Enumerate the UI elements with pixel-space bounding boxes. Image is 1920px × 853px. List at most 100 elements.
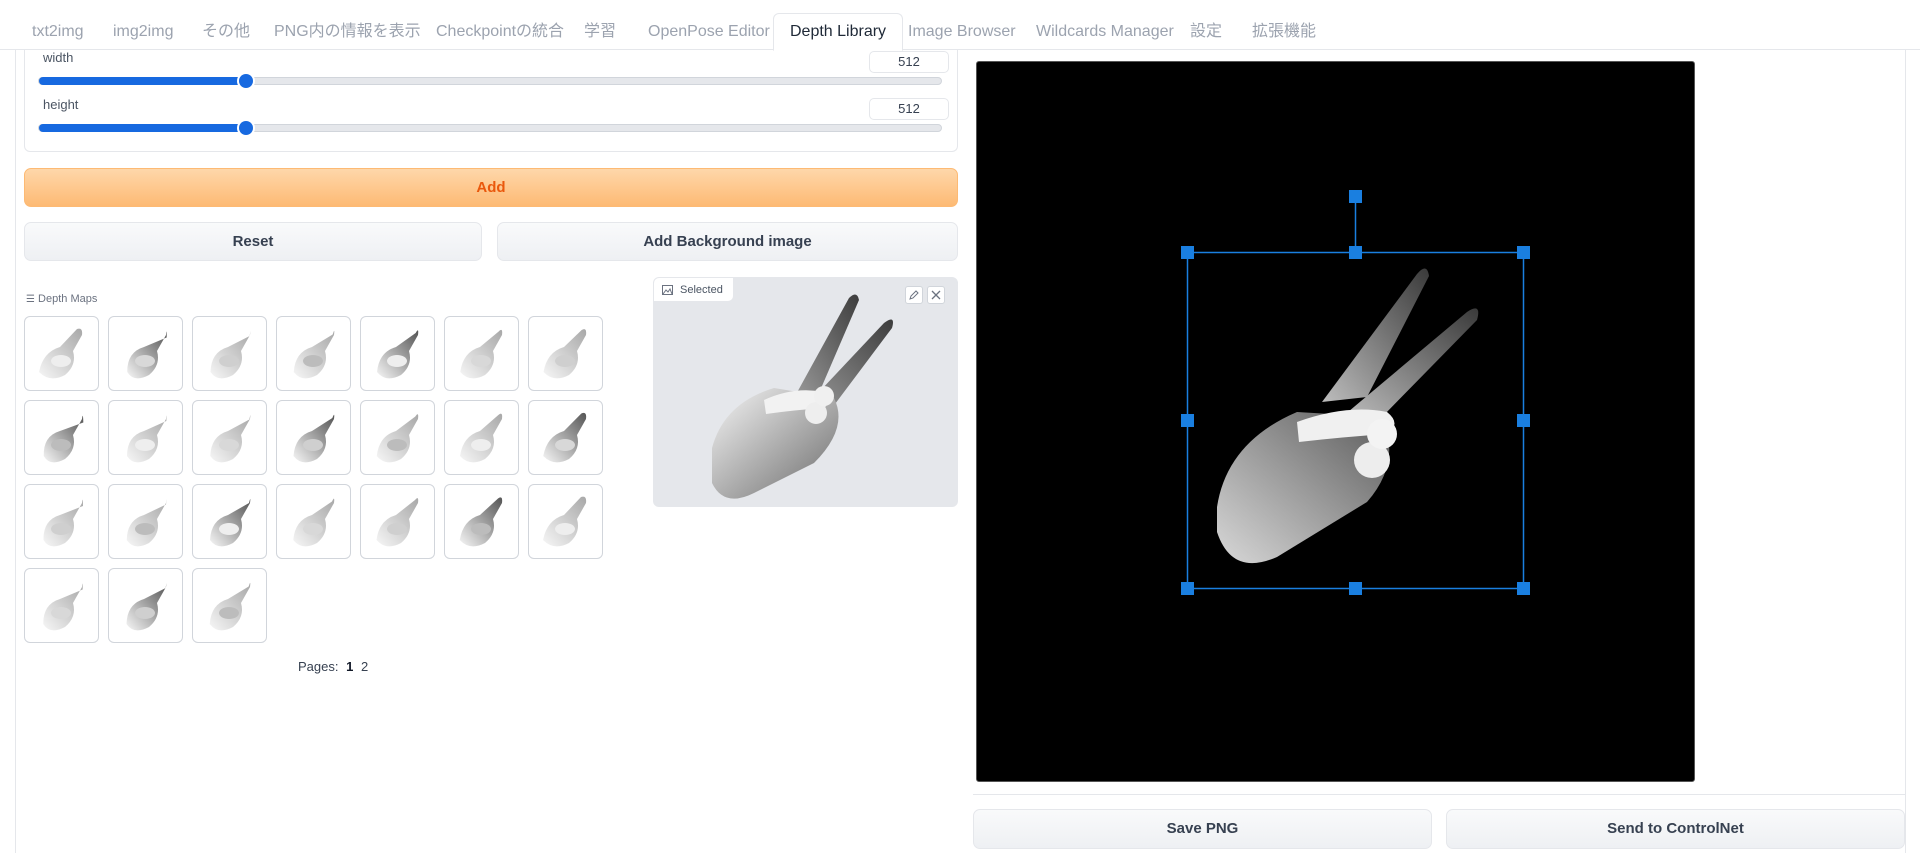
tab-openpose-editor[interactable]: OpenPose Editor (632, 14, 786, 50)
height-label: height (43, 97, 79, 112)
depth-map-thumbnail[interactable] (360, 400, 435, 475)
width-slider-fill (39, 77, 247, 85)
tab-depth-library[interactable]: Depth Library (773, 13, 904, 51)
selected-hand-image (712, 294, 893, 499)
gallery-title: Depth Maps (38, 293, 98, 305)
tab-checkpoint-merger[interactable]: Checkpointの統合 (420, 14, 580, 50)
resize-handle-l[interactable] (1181, 414, 1194, 427)
tab-txt2img[interactable]: txt2img (16, 14, 100, 50)
hand-thumbnail-image (43, 415, 84, 463)
resize-handle-tr[interactable] (1517, 246, 1530, 259)
tab-png-info[interactable]: PNG内の情報を表示 (258, 14, 437, 50)
selected-preview[interactable]: Selected (653, 277, 958, 507)
save-png-button[interactable]: Save PNG (973, 809, 1432, 849)
width-label: width (43, 50, 74, 65)
send-to-controlnet-button[interactable]: Send to ControlNet (1446, 809, 1905, 849)
tab-bar: txt2img img2img その他 PNG内の情報を表示 Checkpoin… (0, 0, 1920, 51)
width-slider-thumb[interactable] (239, 74, 254, 88)
hand-thumbnail-image (127, 415, 167, 463)
height-slider-fill (39, 124, 247, 132)
depth-map-thumbnail[interactable] (276, 316, 351, 391)
hand-thumbnail-image (210, 415, 251, 463)
pages-label: Pages: (298, 659, 339, 674)
tab-settings[interactable]: 設定 (1174, 14, 1238, 50)
tab-other[interactable]: その他 (186, 14, 266, 50)
hand-thumbnail-image (293, 498, 335, 547)
depth-map-thumbnail[interactable] (192, 400, 267, 475)
height-input[interactable]: 512 (869, 98, 949, 120)
hand-depth-map[interactable] (1217, 268, 1479, 564)
depth-map-thumbnail[interactable] (528, 400, 603, 475)
width-input[interactable]: 512 (869, 51, 949, 73)
hand-thumbnail-image (293, 330, 335, 379)
hand-thumbnail-image (460, 329, 503, 379)
tab-extensions[interactable]: 拡張機能 (1236, 14, 1332, 50)
hand-thumbnail-image (43, 583, 83, 631)
hand-thumbnail-image (377, 330, 419, 379)
list-icon: ☰ (26, 294, 35, 305)
depth-map-thumbnail[interactable] (24, 400, 99, 475)
page-link-1[interactable]: 1 (346, 659, 353, 674)
tab-img2img[interactable]: img2img (97, 14, 189, 50)
hand-thumbnail-image (459, 497, 503, 547)
size-sliders: width 512 height 512 (24, 50, 958, 152)
width-slider[interactable] (38, 74, 942, 88)
tab-wildcards-manager[interactable]: Wildcards Manager (1020, 14, 1190, 50)
resize-handle-tl[interactable] (1181, 246, 1194, 259)
resize-handle-r[interactable] (1517, 414, 1530, 427)
hand-thumbnail-image (376, 414, 419, 463)
hand-thumbnail-image (210, 499, 251, 547)
depth-map-thumbnail[interactable] (24, 484, 99, 559)
height-slider-thumb[interactable] (239, 121, 254, 135)
hand-thumbnail-image (209, 582, 251, 631)
page-link-2[interactable]: 2 (361, 659, 368, 674)
hand-thumbnail-image (39, 328, 83, 379)
depth-map-thumbnail[interactable] (444, 484, 519, 559)
depth-map-thumbnail[interactable] (192, 316, 267, 391)
depth-map-thumbnail[interactable] (192, 568, 267, 643)
depth-map-thumbnail[interactable] (108, 568, 183, 643)
resize-handle-b[interactable] (1349, 582, 1362, 595)
hand-thumbnail-image (126, 583, 167, 631)
hand-thumbnail-image (43, 499, 83, 547)
reset-button[interactable]: Reset (24, 222, 482, 261)
height-slider[interactable] (38, 121, 942, 135)
depth-map-thumbnail[interactable] (276, 484, 351, 559)
hand-thumbnail-image (293, 414, 335, 463)
hand-thumbnail-image (543, 329, 587, 379)
depth-map-thumbnail[interactable] (192, 484, 267, 559)
depth-map-thumbnail[interactable] (360, 316, 435, 391)
depth-map-thumbnail[interactable] (276, 400, 351, 475)
depth-map-thumbnail[interactable] (528, 484, 603, 559)
hand-thumbnail-image (126, 499, 167, 547)
depth-map-thumbnail[interactable] (108, 484, 183, 559)
gallery-label: ☰ Depth Maps (26, 293, 97, 305)
hand-thumbnail-image (376, 498, 419, 547)
depth-map-thumbnail[interactable] (444, 400, 519, 475)
add-background-image-button[interactable]: Add Background image (497, 222, 958, 261)
depth-map-thumbnail[interactable] (360, 484, 435, 559)
rotate-handle[interactable] (1349, 190, 1362, 203)
add-button[interactable]: Add (24, 168, 958, 207)
resize-handle-bl[interactable] (1181, 582, 1194, 595)
hand-thumbnail-image (460, 413, 503, 463)
hand-thumbnail-image (127, 331, 167, 379)
hand-thumbnail-image (210, 331, 251, 379)
hand-thumbnail-image (543, 496, 587, 547)
tab-train[interactable]: 学習 (568, 14, 632, 50)
depth-map-thumbnail[interactable] (24, 568, 99, 643)
tab-image-browser[interactable]: Image Browser (892, 14, 1032, 50)
canvas-scene (1181, 190, 1530, 595)
hand-thumbnail-image (543, 412, 587, 463)
depth-map-thumbnail[interactable] (108, 400, 183, 475)
resize-handle-t[interactable] (1349, 246, 1362, 259)
depth-map-thumbnail[interactable] (24, 316, 99, 391)
resize-handle-br[interactable] (1517, 582, 1530, 595)
depth-canvas[interactable] (976, 61, 1695, 782)
depth-map-thumbnail[interactable] (444, 316, 519, 391)
pagination: Pages: 1 2 (298, 659, 368, 674)
panel-frame-right (1905, 50, 1906, 853)
divider (973, 794, 1905, 795)
depth-map-thumbnail[interactable] (528, 316, 603, 391)
depth-map-thumbnail[interactable] (108, 316, 183, 391)
